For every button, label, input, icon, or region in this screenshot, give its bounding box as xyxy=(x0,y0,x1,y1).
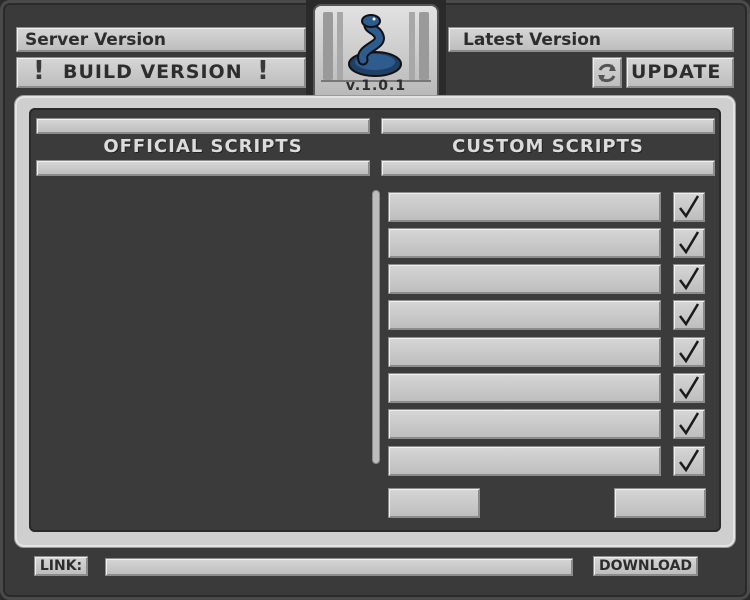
logo-stripe xyxy=(409,12,415,80)
checkmark-icon xyxy=(679,267,700,291)
warning-mark-left: ! xyxy=(33,56,45,86)
link-label: LINK: xyxy=(34,556,88,576)
custom-scripts-left-button[interactable] xyxy=(388,488,480,518)
custom-script-row[interactable] xyxy=(388,409,661,439)
checkmark-icon xyxy=(679,303,700,327)
custom-script-checkbox[interactable] xyxy=(673,446,705,476)
build-version-label: BUILD VERSION xyxy=(63,61,243,83)
custom-scripts-right-button[interactable] xyxy=(614,488,706,518)
checkmark-icon xyxy=(679,376,700,400)
checkmark-icon xyxy=(679,231,700,255)
custom-script-checkbox[interactable] xyxy=(673,337,705,367)
refresh-icon[interactable] xyxy=(592,57,622,88)
custom-script-checkbox[interactable] xyxy=(673,300,705,330)
custom-script-checkbox[interactable] xyxy=(673,264,705,294)
checkmark-icon xyxy=(679,449,700,473)
update-button[interactable]: UPDATE xyxy=(626,57,734,88)
custom-script-row[interactable] xyxy=(388,446,661,476)
server-version-label: Server Version xyxy=(16,27,306,52)
app-version-label: v.1.0.1 xyxy=(345,78,407,94)
official-scripts-list[interactable] xyxy=(36,180,370,525)
snake-logo-icon xyxy=(348,14,402,77)
custom-scripts-header-bar xyxy=(381,160,715,176)
custom-script-row[interactable] xyxy=(388,337,661,367)
custom-scripts-top-bar xyxy=(381,118,715,134)
custom-script-checkbox[interactable] xyxy=(673,409,705,439)
custom-script-checkbox[interactable] xyxy=(673,228,705,258)
custom-scripts-scrollbar[interactable] xyxy=(372,190,380,464)
custom-script-row[interactable] xyxy=(388,300,661,330)
latest-version-label: Latest Version xyxy=(448,27,734,52)
custom-script-row[interactable] xyxy=(388,264,661,294)
build-version-bar: ! BUILD VERSION ! xyxy=(16,56,306,88)
checkmark-icon xyxy=(679,412,700,436)
custom-script-row[interactable] xyxy=(388,192,661,222)
logo-stripe xyxy=(337,12,343,80)
link-field[interactable] xyxy=(105,558,573,576)
download-button[interactable]: DOWNLOAD xyxy=(593,556,698,576)
custom-script-checkbox[interactable] xyxy=(673,192,705,222)
checkmark-icon xyxy=(679,195,700,219)
warning-mark-right: ! xyxy=(257,56,269,86)
official-scripts-header-bar xyxy=(36,160,370,176)
official-scripts-top-bar xyxy=(36,118,370,134)
official-scripts-title: OFFICIAL SCRIPTS xyxy=(103,136,303,157)
custom-script-row[interactable] xyxy=(388,373,661,403)
logo-stripe xyxy=(323,12,333,80)
checkmark-icon xyxy=(679,340,700,364)
logo-stripe xyxy=(419,12,429,80)
custom-scripts-title: CUSTOM SCRIPTS xyxy=(452,136,644,157)
custom-script-checkbox[interactable] xyxy=(673,373,705,403)
custom-script-row[interactable] xyxy=(388,228,661,258)
